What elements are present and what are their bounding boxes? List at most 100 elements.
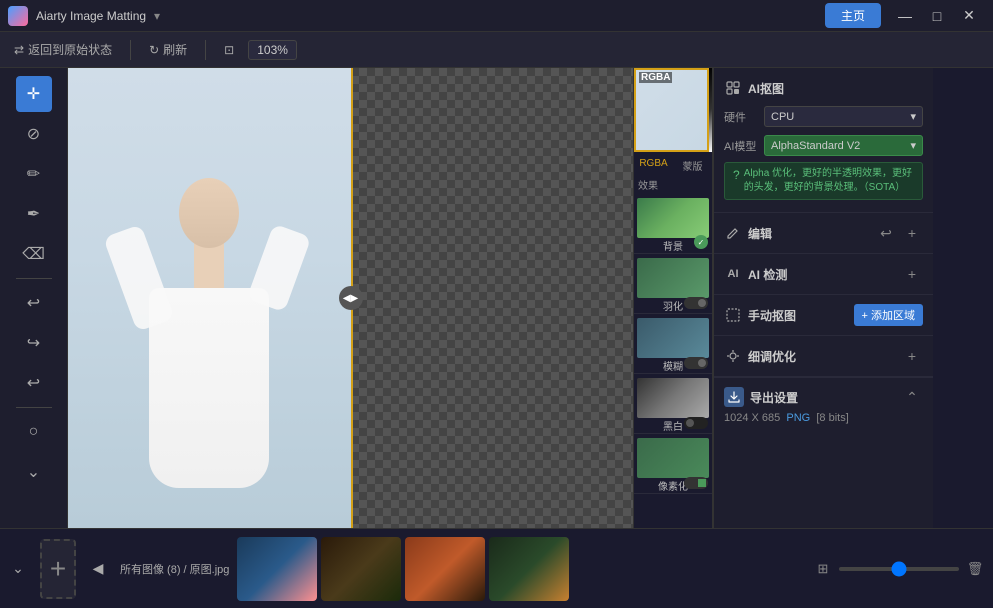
tool-separator	[16, 278, 52, 279]
effects-label-row: 效果	[634, 175, 712, 194]
editing-header[interactable]: 编辑 ↩ +	[724, 219, 923, 247]
hardware-select[interactable]: CPU ▾	[764, 106, 923, 127]
export-size: 1024 X 685	[724, 412, 780, 424]
reset-tool[interactable]: ↩	[16, 365, 52, 401]
background-thumb	[637, 198, 709, 238]
pixelate-toggle[interactable]	[684, 477, 708, 489]
model-row: AI模型 AlphaStandard V2 ▾	[724, 131, 923, 160]
ai-matting-header[interactable]: AI抠图	[724, 74, 923, 102]
rgba-thumb[interactable]: RGBA	[634, 68, 709, 152]
app-logo	[8, 6, 28, 26]
reset-button[interactable]: ⇄ 返回到原始状态	[8, 39, 118, 60]
film-thumb-1[interactable]	[237, 537, 317, 601]
canvas-divider[interactable]: ◀▶	[351, 68, 353, 528]
matted-area	[351, 68, 634, 528]
model-description: ? Alpha 优化，更好的半透明效果，更好的头发，更好的背景处理。（SOTA）	[724, 162, 923, 200]
editing-title: 编辑	[748, 225, 875, 242]
add-icon: +	[50, 553, 66, 585]
pixelate-preview	[637, 438, 709, 478]
minimize-button[interactable]: —	[889, 5, 921, 27]
toolbar: ⇄ 返回到原始状态 ↻ 刷新 ⊡ 103%	[0, 32, 993, 68]
move-tool[interactable]: ✛	[16, 76, 52, 112]
effect-feather[interactable]: 羽化	[634, 254, 712, 314]
pen-tool[interactable]: ✒	[16, 196, 52, 232]
hardware-row: 硬件 CPU ▾	[724, 102, 923, 131]
film-trash-button[interactable]: 🗑	[963, 557, 987, 581]
export-expand-button[interactable]: ⌃	[901, 386, 923, 408]
fine-tuning-section: 细调优化 +	[714, 336, 933, 377]
effects-label: 效果	[638, 177, 658, 192]
export-info: 1024 X 685 PNG [8 bits]	[724, 412, 923, 424]
thumb-labels: RGBA 蒙版	[634, 156, 712, 175]
tool-separator2	[16, 407, 52, 408]
export-bits: [8 bits]	[816, 412, 848, 424]
zoom-icon[interactable]: ⊡	[218, 41, 240, 59]
app-title: Aiarty Image Matting	[36, 9, 146, 23]
film-grid-button[interactable]: ⊞	[811, 557, 835, 581]
filmstrip-path: 所有图像 (8) / 原图.jpg	[116, 561, 233, 577]
canvas-area[interactable]: ◀▶	[68, 68, 633, 528]
eraser-tool[interactable]: ⊘	[16, 116, 52, 152]
model-select[interactable]: AlphaStandard V2 ▾	[764, 135, 923, 156]
bride-head	[179, 178, 239, 248]
toolbar-separator	[130, 40, 131, 60]
effect-background[interactable]: 背景 ✓	[634, 194, 712, 254]
fine-tuning-header[interactable]: 细调优化 +	[724, 342, 923, 370]
mask-tab-label[interactable]: 蒙版	[673, 156, 712, 175]
redo-icon: ↻	[149, 43, 159, 57]
nav-filmstrip-controls: ◀	[80, 557, 116, 581]
help-icon: ?	[733, 168, 740, 182]
hardware-chevron: ▾	[910, 110, 916, 123]
model-label: AI模型	[724, 138, 764, 154]
expand-tool[interactable]: ⌄	[16, 454, 52, 490]
ai-detection-title: AI 检测	[748, 266, 901, 283]
zoom-level[interactable]: 103%	[248, 40, 297, 60]
maximize-button[interactable]: □	[921, 5, 953, 27]
ai-matting-title: AI抠图	[748, 80, 923, 97]
feather-toggle[interactable]	[684, 297, 708, 309]
divider-handle[interactable]: ◀▶	[339, 286, 363, 310]
circle-tool[interactable]: ○	[16, 414, 52, 450]
fine-tuning-add-button[interactable]: +	[901, 345, 923, 367]
editing-icon	[724, 224, 742, 242]
manual-matting-section: 手动抠图 + 添加区域	[714, 295, 933, 336]
blur-label: 模糊	[663, 358, 683, 373]
feather-preview	[637, 258, 709, 298]
film-size-slider[interactable]	[839, 567, 959, 571]
mask-thumb[interactable]	[709, 68, 712, 152]
title-chevron: ▾	[154, 9, 160, 23]
export-section: 导出设置 ⌃ 1024 X 685 PNG [8 bits]	[714, 377, 933, 432]
redo-tool[interactable]: ↪	[16, 325, 52, 361]
bw-toggle[interactable]	[684, 417, 708, 429]
zoom-icon-glyph: ⊡	[224, 43, 234, 57]
collapse-button[interactable]: ⌄	[6, 557, 30, 581]
home-button[interactable]: 主页	[825, 3, 881, 28]
prev-button[interactable]: ◀	[86, 557, 110, 581]
film-thumb-4[interactable]	[489, 537, 569, 601]
reset-icon: ⇄	[14, 43, 24, 57]
ai-detection-header[interactable]: AI AI 检测 +	[724, 260, 923, 288]
manual-matting-header[interactable]: 手动抠图 + 添加区域	[724, 301, 923, 329]
effect-blur[interactable]: 模糊	[634, 314, 712, 374]
brush-tool[interactable]: ✏	[16, 156, 52, 192]
ai-detection-add-button[interactable]: +	[901, 263, 923, 285]
delete-tool[interactable]: ⌫	[16, 236, 52, 272]
editing-add-button[interactable]: +	[901, 222, 923, 244]
undo-tool[interactable]: ↩	[16, 285, 52, 321]
right-panels: RGBA RGBA 蒙版 效果	[633, 68, 993, 528]
ai-text-icon: AI	[728, 268, 739, 280]
background-label: 背景	[663, 238, 683, 253]
effect-pixelate[interactable]: 像素化	[634, 434, 712, 494]
manual-matting-title: 手动抠图	[748, 307, 854, 324]
add-area-button[interactable]: + 添加区域	[854, 304, 923, 326]
rgba-label: RGBA	[639, 72, 672, 83]
add-image-button[interactable]: +	[40, 539, 76, 599]
blur-toggle[interactable]	[684, 357, 708, 369]
film-thumb-3[interactable]	[405, 537, 485, 601]
film-thumb-2[interactable]	[321, 537, 401, 601]
redo-button[interactable]: ↻ 刷新	[143, 39, 193, 60]
rgba-tab-label[interactable]: RGBA	[634, 156, 673, 175]
effect-bw[interactable]: 黑白	[634, 374, 712, 434]
undo-button[interactable]: ↩	[875, 222, 897, 244]
close-button[interactable]: ✕	[953, 5, 985, 27]
